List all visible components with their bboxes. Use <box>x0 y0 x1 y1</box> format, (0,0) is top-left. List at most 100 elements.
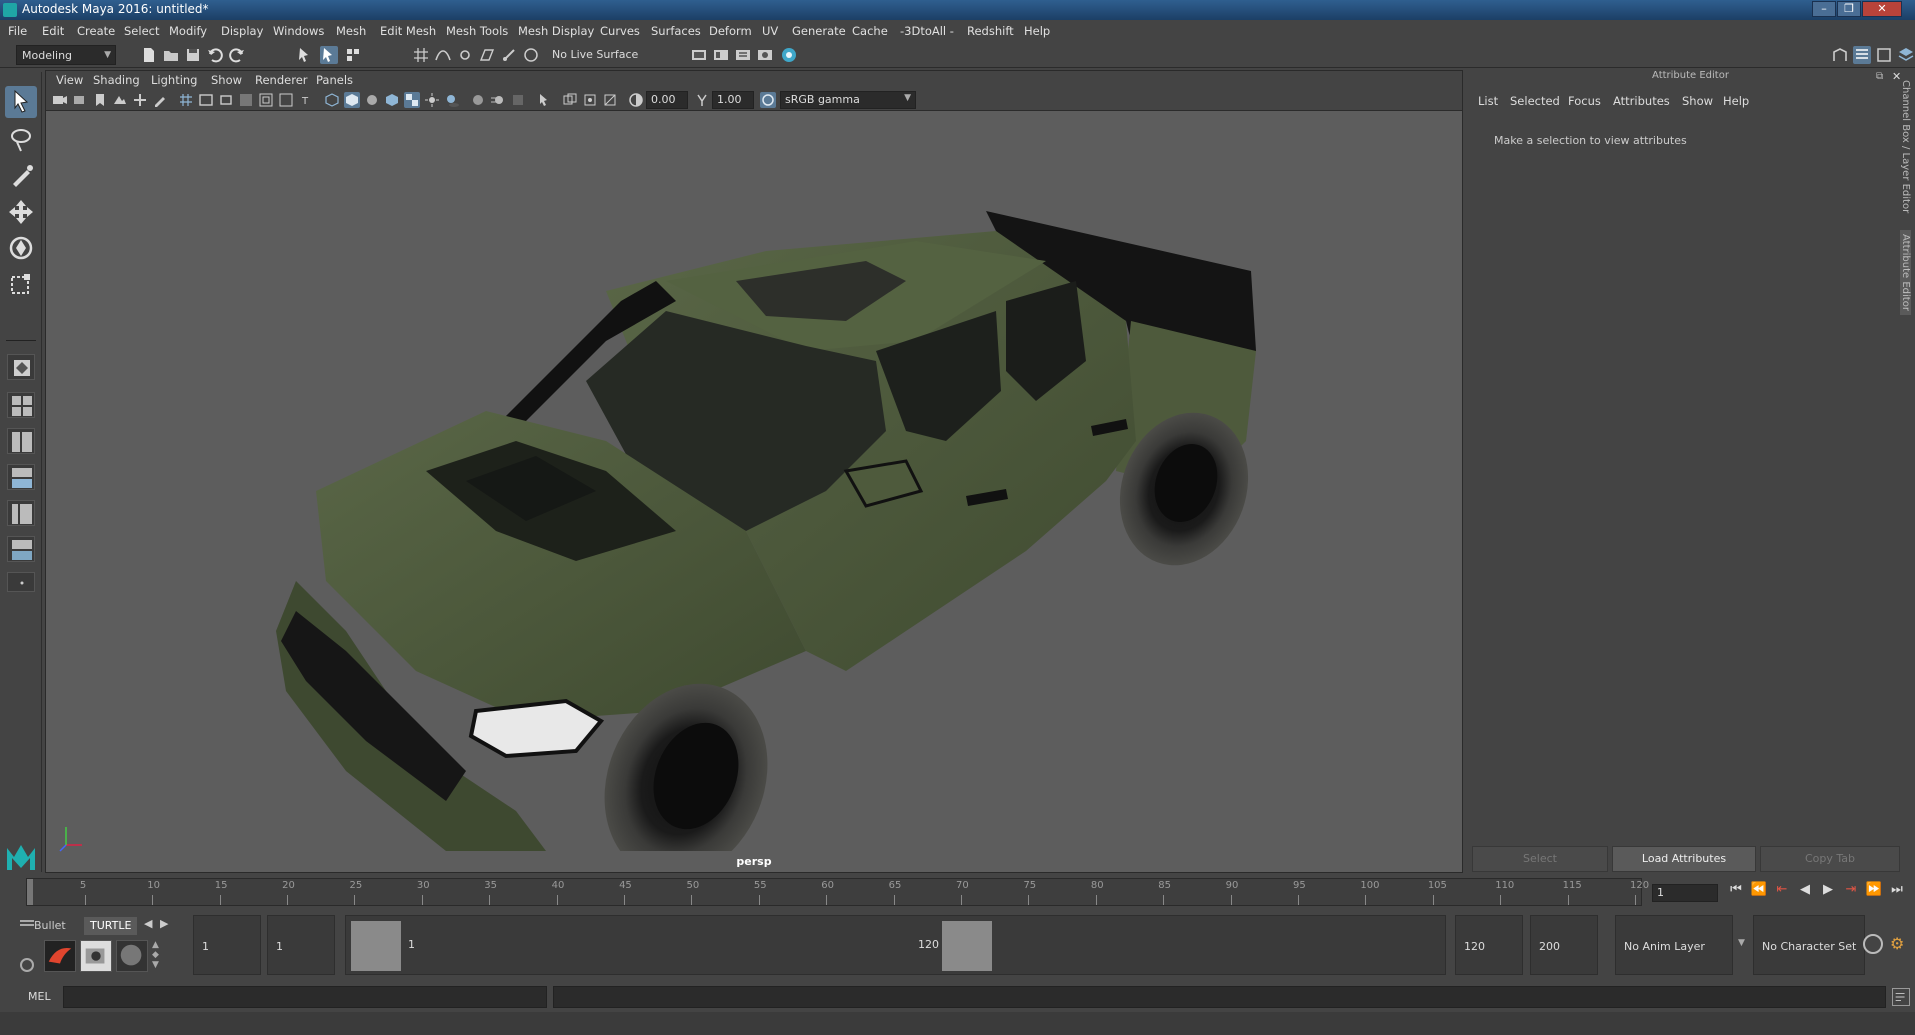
four-view-layout-icon[interactable] <box>7 392 35 418</box>
select-by-hierarchy-icon[interactable] <box>296 46 314 64</box>
safe-title-icon[interactable]: T <box>298 92 314 108</box>
menu-select[interactable]: Select <box>124 24 159 38</box>
menu-windows[interactable]: Windows <box>273 24 324 38</box>
hypershade-icon[interactable] <box>756 46 774 64</box>
attr-menu-show[interactable]: Show <box>1682 94 1713 108</box>
use-all-lights-icon[interactable] <box>424 92 440 108</box>
menu-help[interactable]: Help <box>1024 24 1050 38</box>
save-scene-icon[interactable] <box>184 46 202 64</box>
snap-to-point-icon[interactable] <box>456 46 474 64</box>
go-to-start-icon[interactable]: ⏮ <box>1727 882 1745 902</box>
xray-joints-icon[interactable] <box>582 92 598 108</box>
chevron-down-icon[interactable]: ▼ <box>1738 938 1745 948</box>
panel-menu-renderer[interactable]: Renderer <box>255 73 308 87</box>
load-attributes-button[interactable]: Load Attributes <box>1612 846 1756 872</box>
shelf-tab-turtle[interactable]: TURTLE <box>84 917 138 935</box>
minimize-button[interactable]: – <box>1812 1 1836 17</box>
grid-toggle-icon[interactable] <box>178 92 194 108</box>
menu-3dtoall[interactable]: -3DtoAll - <box>900 24 954 38</box>
rotate-tool-icon[interactable] <box>5 232 37 264</box>
undo-icon[interactable] <box>206 46 224 64</box>
step-back-key-icon[interactable]: ⏪ <box>1750 882 1768 902</box>
range-end-handle[interactable] <box>942 921 992 971</box>
snap-to-view-plane-icon[interactable] <box>478 46 496 64</box>
menu-file[interactable]: File <box>8 24 27 38</box>
range-start-handle[interactable] <box>351 921 401 971</box>
attr-menu-help[interactable]: Help <box>1723 94 1749 108</box>
step-back-frame-icon[interactable]: ⇤ <box>1773 882 1791 902</box>
motion-blur-icon[interactable] <box>490 92 506 108</box>
viewport-panel[interactable]: View Shading Lighting Show Renderer Pane… <box>45 70 1463 873</box>
menu-generate[interactable]: Generate <box>792 24 846 38</box>
attr-select-button[interactable]: Select <box>1472 846 1608 872</box>
render-settings-icon[interactable] <box>734 46 752 64</box>
move-tool-icon[interactable] <box>5 196 37 228</box>
field-chart-icon[interactable] <box>258 92 274 108</box>
ipr-render-icon[interactable] <box>712 46 730 64</box>
panel-menu-view[interactable]: View <box>56 73 83 87</box>
step-forward-key-icon[interactable]: ⏩ <box>1865 882 1883 902</box>
attr-menu-focus[interactable]: Focus <box>1568 94 1601 108</box>
command-input[interactable] <box>63 986 547 1008</box>
gamma-field[interactable]: 1.00 <box>712 91 754 109</box>
range-bar[interactable]: 1 120 <box>345 915 1446 975</box>
anim-layer-dropdown[interactable]: No Anim Layer <box>1615 915 1733 975</box>
float-panel-icon[interactable]: ⧉ <box>1876 71 1883 82</box>
persp-outliner-layout-icon[interactable] <box>7 428 35 454</box>
lasso-tool-icon[interactable] <box>5 124 37 156</box>
bookmark-icon[interactable] <box>92 92 108 108</box>
gamma-icon[interactable] <box>694 92 710 108</box>
image-plane-icon[interactable] <box>112 92 128 108</box>
anim-end-field[interactable]: 200 <box>1530 915 1598 975</box>
turtle-bake-icon[interactable] <box>44 940 76 972</box>
xray-components-icon[interactable] <box>602 92 618 108</box>
menu-cache[interactable]: Cache <box>852 24 888 38</box>
redo-icon[interactable] <box>228 46 246 64</box>
panel-menu-shading[interactable]: Shading <box>93 73 140 87</box>
wireframe-on-shaded-icon[interactable] <box>384 92 400 108</box>
2d-pan-zoom-icon[interactable] <box>132 92 148 108</box>
shelf-scroll-icon[interactable]: ▲ ◆ ▼ <box>152 940 164 972</box>
select-by-component-icon[interactable] <box>344 46 362 64</box>
snap-to-curve-icon[interactable] <box>434 46 452 64</box>
attr-menu-attributes[interactable]: Attributes <box>1613 94 1670 108</box>
persp-graph-layout-icon[interactable] <box>7 464 35 490</box>
select-tool-icon[interactable] <box>5 86 37 118</box>
wireframe-icon[interactable] <box>324 92 340 108</box>
command-language-label[interactable]: MEL <box>28 990 51 1003</box>
attribute-editor-tab[interactable]: Attribute Editor <box>1900 230 1911 315</box>
smooth-shade-all-icon[interactable] <box>344 92 360 108</box>
close-button[interactable]: ✕ <box>1862 1 1902 17</box>
snap-to-grid-icon[interactable] <box>412 46 430 64</box>
menu-create[interactable]: Create <box>77 24 115 38</box>
color-management-icon[interactable] <box>760 92 776 108</box>
time-slider-track[interactable]: 1510152025303540455055606570758085909510… <box>26 878 1649 906</box>
step-forward-frame-icon[interactable]: ⇥ <box>1842 882 1860 902</box>
play-backwards-icon[interactable]: ◀ <box>1796 882 1814 902</box>
turtle-settings-icon[interactable] <box>80 940 112 972</box>
turtle-material-icon[interactable] <box>116 940 148 972</box>
menu-mesh[interactable]: Mesh <box>336 24 366 38</box>
menu-mesh-tools[interactable]: Mesh Tools <box>446 24 508 38</box>
turtle-render-icon[interactable] <box>780 46 798 64</box>
textured-icon[interactable] <box>404 92 420 108</box>
select-by-object-icon[interactable] <box>320 46 338 64</box>
channel-box-layer-editor-tab[interactable]: Channel Box / Layer Editor <box>1900 80 1911 213</box>
exposure-icon[interactable] <box>628 92 644 108</box>
render-current-frame-icon[interactable] <box>690 46 708 64</box>
panel-menu-panels[interactable]: Panels <box>316 73 353 87</box>
hypershade-layout-icon[interactable] <box>7 536 35 562</box>
single-perspective-layout-icon[interactable] <box>7 354 35 380</box>
script-editor-icon[interactable] <box>1892 988 1910 1006</box>
play-forwards-icon[interactable]: ▶ <box>1819 882 1837 902</box>
more-layouts-icon[interactable] <box>7 572 35 592</box>
attribute-editor-toggle-icon[interactable] <box>1853 46 1871 64</box>
anti-aliasing-icon[interactable] <box>510 92 526 108</box>
shelf-scroll-right-icon[interactable]: ▶ <box>160 917 168 930</box>
menu-curves[interactable]: Curves <box>600 24 640 38</box>
shadows-icon[interactable] <box>444 92 460 108</box>
panel-menu-show[interactable]: Show <box>211 73 242 87</box>
shelf-tab-bullet[interactable]: Bullet <box>28 917 72 935</box>
menu-redshift[interactable]: Redshift <box>967 24 1014 38</box>
isolate-select-icon[interactable] <box>536 92 552 108</box>
